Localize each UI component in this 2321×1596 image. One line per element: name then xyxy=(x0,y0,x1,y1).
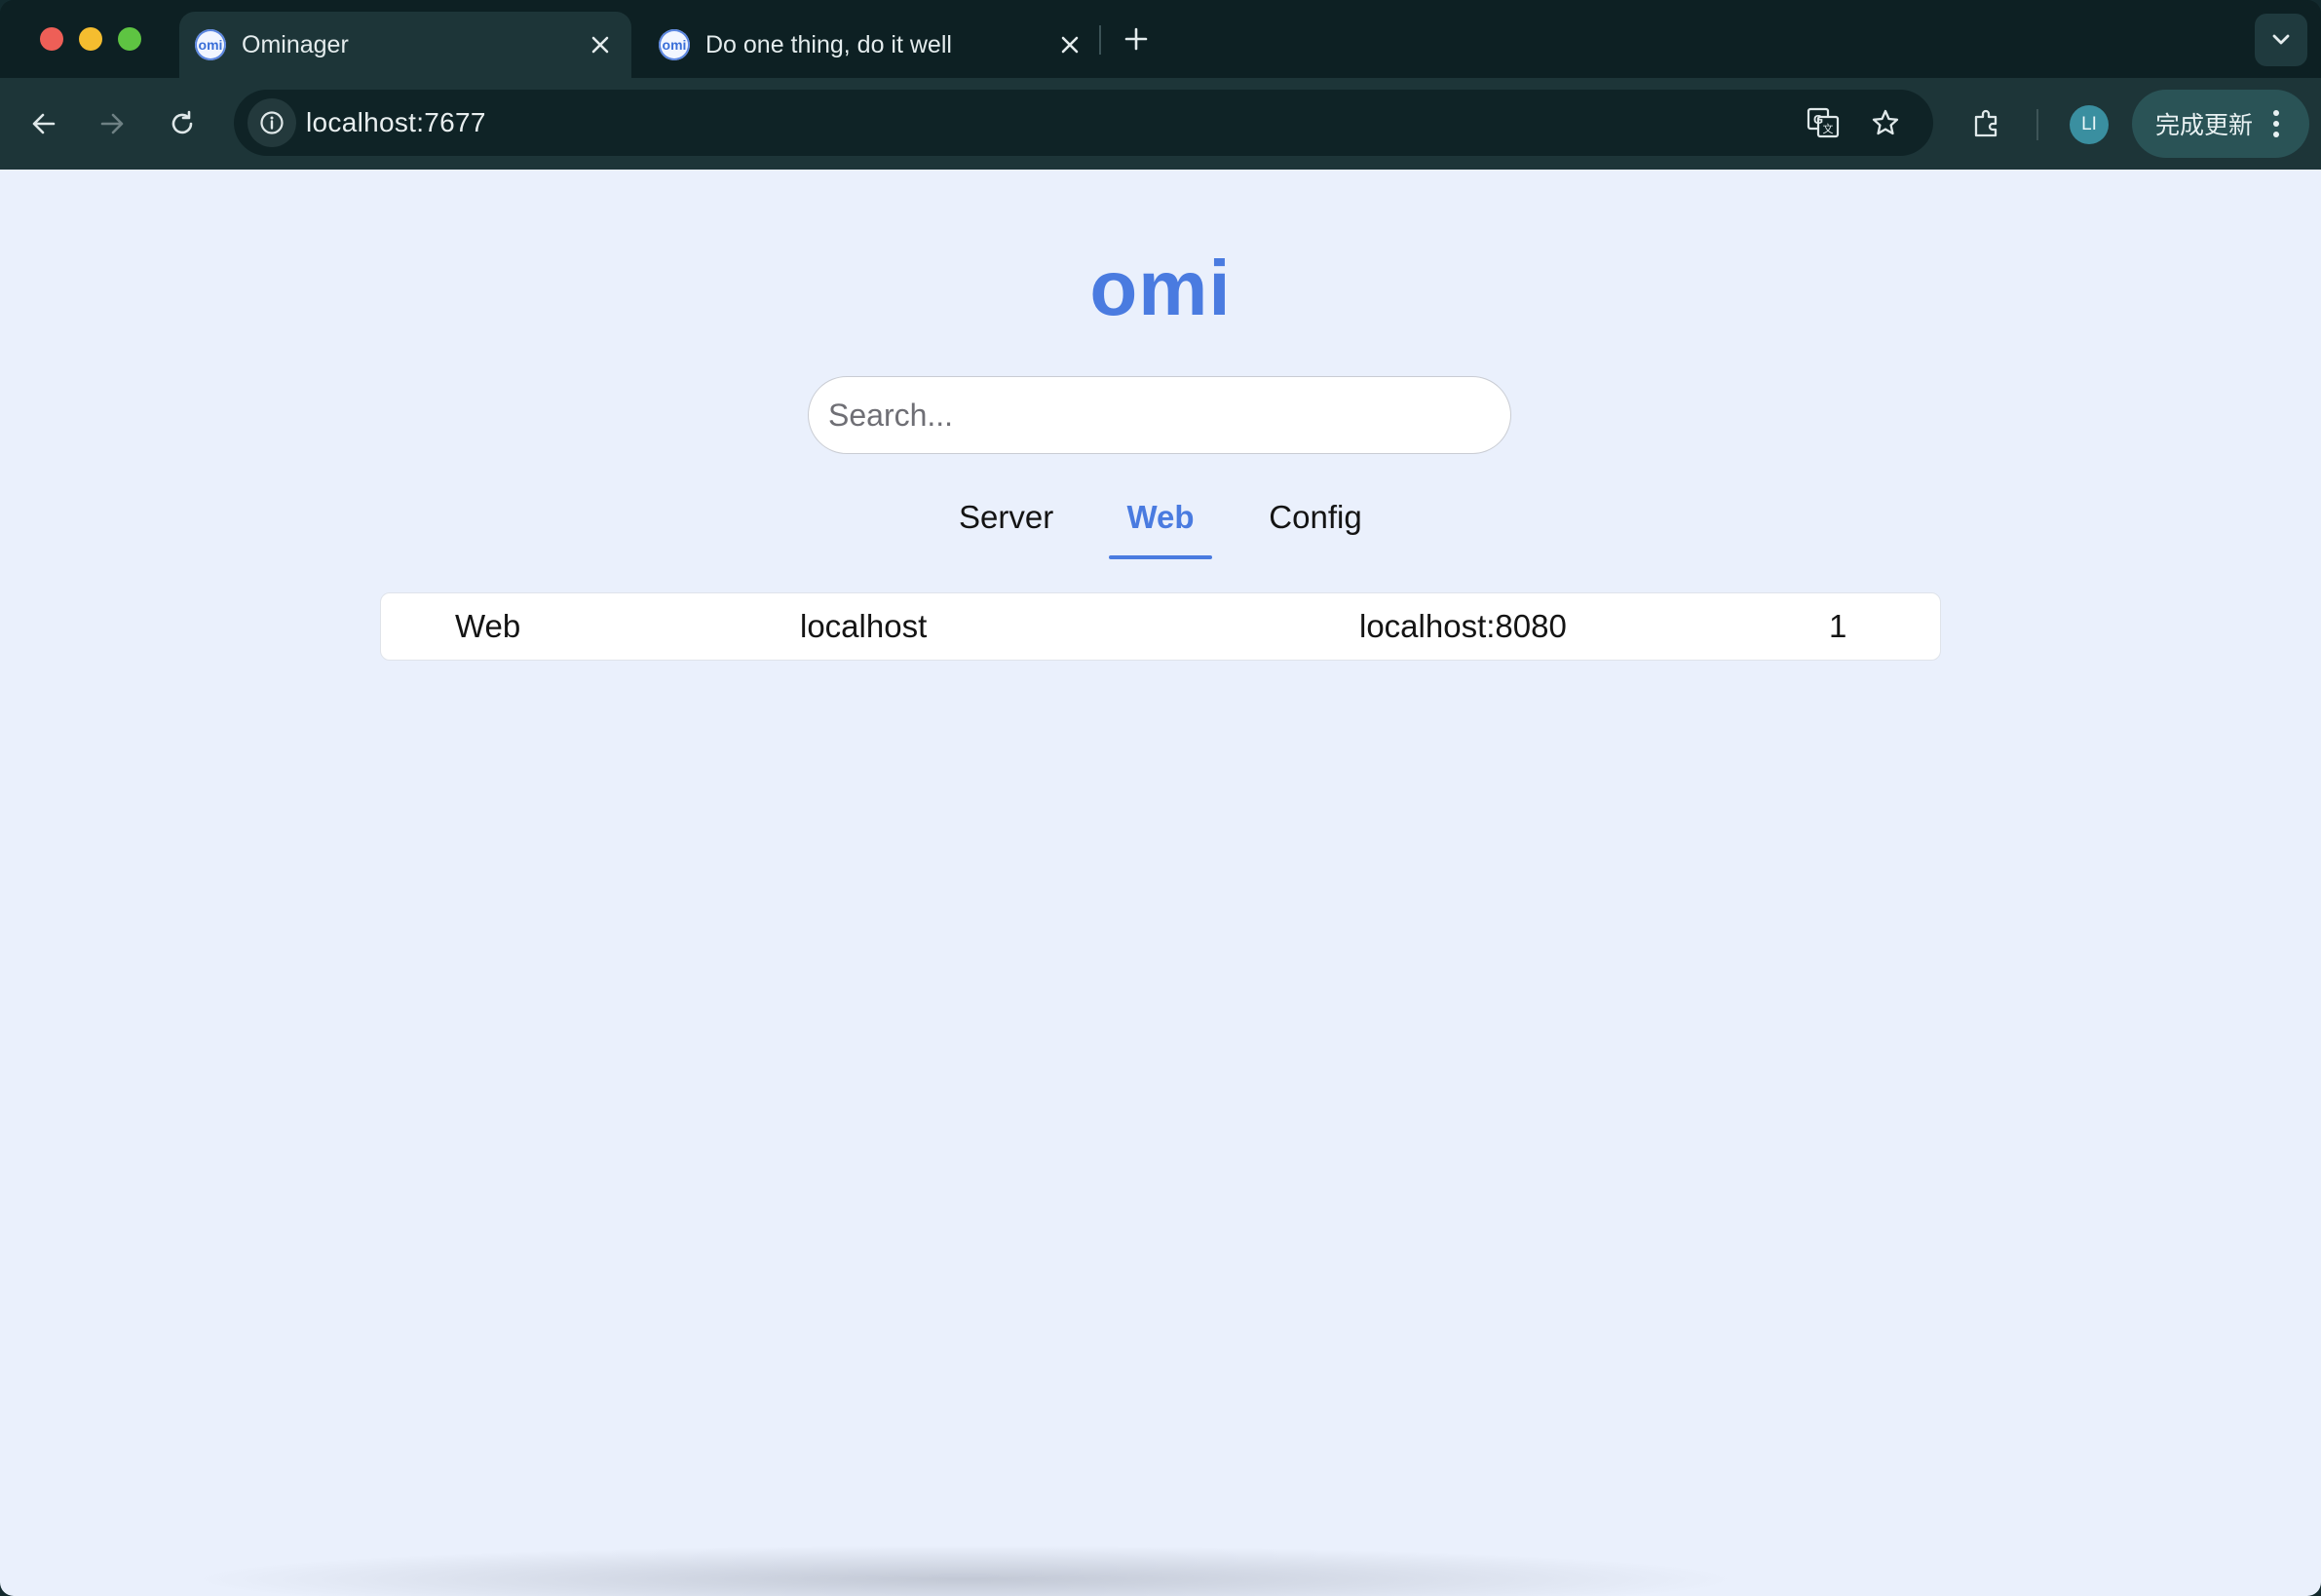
update-button-label: 完成更新 xyxy=(2155,112,2254,139)
tab-title: Do one thing, do it well xyxy=(705,30,952,58)
more-menu-icon[interactable] xyxy=(2266,104,2286,143)
brand-logo: omi xyxy=(1089,245,1232,331)
forward-icon[interactable] xyxy=(88,99,136,148)
row-address: localhost:8080 xyxy=(1359,608,1567,644)
url-text[interactable]: localhost:7677 xyxy=(306,90,486,156)
page-content: omi Server Web Config Web localhost loca… xyxy=(0,170,2321,1596)
tab-config[interactable]: Config xyxy=(1269,499,1362,559)
back-icon[interactable] xyxy=(19,99,68,148)
list-item[interactable]: Web localhost localhost:8080 1 xyxy=(380,592,1941,661)
toolbar-separator xyxy=(2036,109,2038,140)
bookmark-star-icon[interactable] xyxy=(1861,98,1910,147)
update-button[interactable]: 完成更新 xyxy=(2132,90,2309,158)
tab-title: Ominager xyxy=(242,30,349,58)
tab-separator xyxy=(1099,25,1101,55)
tab-server[interactable]: Server xyxy=(959,499,1053,559)
browser-toolbar: localhost:7677 G文 LI 完成更新 xyxy=(0,78,2321,170)
new-tab-icon[interactable] xyxy=(1117,19,1156,58)
tab-strip: omi Ominager omi Do one thing, do it wel… xyxy=(0,0,2321,78)
window-close-button[interactable] xyxy=(40,27,63,51)
browser-window: omi Ominager omi Do one thing, do it wel… xyxy=(0,0,2321,1596)
address-bar[interactable]: localhost:7677 G文 xyxy=(234,90,1933,156)
close-tab-icon[interactable] xyxy=(583,27,618,62)
close-tab-icon[interactable] xyxy=(1052,27,1087,62)
row-name: localhost xyxy=(800,608,928,644)
reload-icon[interactable] xyxy=(158,99,207,148)
search-input[interactable] xyxy=(808,376,1511,454)
row-type: Web xyxy=(455,608,521,644)
omi-favicon-icon: omi xyxy=(195,29,226,60)
translate-icon[interactable]: G文 xyxy=(1799,98,1847,147)
extensions-icon[interactable] xyxy=(1962,99,2011,148)
dock-shadow xyxy=(185,1545,1744,1596)
window-zoom-button[interactable] xyxy=(118,27,141,51)
browser-tab-active[interactable]: omi Ominager xyxy=(179,12,631,78)
profile-avatar[interactable]: LI xyxy=(2070,105,2109,144)
tab-search-icon[interactable] xyxy=(2255,14,2307,66)
browser-tab[interactable]: omi Do one thing, do it well xyxy=(643,12,1101,78)
site-info-icon[interactable] xyxy=(247,98,296,147)
tab-web[interactable]: Web xyxy=(1109,499,1212,559)
row-count: 1 xyxy=(1829,608,1847,644)
category-tabs: Server Web Config xyxy=(0,499,2321,559)
window-minimize-button[interactable] xyxy=(79,27,102,51)
svg-text:文: 文 xyxy=(1823,122,1834,135)
omi-favicon-icon: omi xyxy=(659,29,690,60)
